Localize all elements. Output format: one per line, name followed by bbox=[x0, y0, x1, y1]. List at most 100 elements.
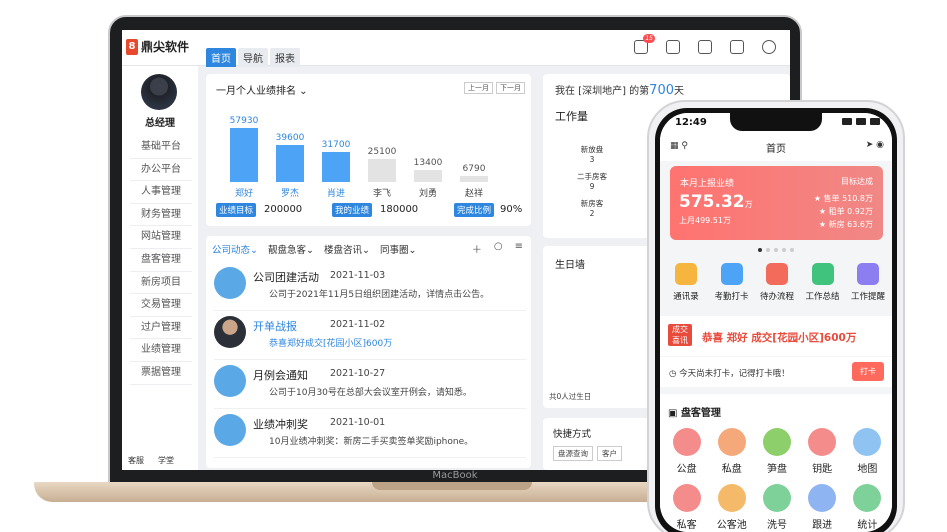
star-badge-icon bbox=[214, 365, 246, 397]
feed-date: 2021-11-02 bbox=[330, 319, 386, 330]
ranking-chart: 57930 郑好 39600 罗杰 31700 肖进 25100 李飞 13400 刘勇 6790 赵… bbox=[230, 104, 520, 214]
grid-hot-listings[interactable]: 笋盘 bbox=[754, 428, 799, 484]
status-bar: 12:49 bbox=[660, 113, 892, 133]
target-label: 目标达成 bbox=[841, 177, 873, 186]
phone-notch bbox=[730, 113, 822, 131]
feed-title: 公司团建活动 bbox=[253, 271, 319, 284]
bar-fill bbox=[322, 152, 350, 182]
shortcut-listing-search[interactable]: 盘源查询 bbox=[553, 446, 593, 461]
tab-company-news[interactable]: 公司动态⌄ bbox=[212, 242, 258, 256]
bar-fill bbox=[368, 159, 396, 182]
tab-reports[interactable]: 报表 bbox=[270, 48, 300, 67]
manager-section: ▣ 盘客管理 公盘 私盘 笋盘 钥匙 地图 私客 公客池 洗号 跟进 统计 bbox=[660, 394, 892, 532]
report-card[interactable]: 本月上报业绩 目标达成 575.32万 上月499.51万 ★ 售单 510.8… bbox=[670, 166, 883, 240]
grid-private-listings[interactable]: 私盘 bbox=[709, 428, 754, 484]
chart-icon bbox=[853, 484, 882, 512]
grid-clean-numbers[interactable]: 洗号 bbox=[754, 484, 799, 532]
tab-home[interactable]: 首页 bbox=[206, 48, 236, 67]
sidebar-item[interactable]: 新房项目 bbox=[130, 272, 192, 295]
deal-text: 恭喜 郑好 成交[花园小区]600万 bbox=[702, 332, 857, 344]
mobile-icon[interactable] bbox=[730, 40, 744, 54]
house-icon bbox=[672, 428, 701, 456]
bar-6: 6790 赵祥 bbox=[460, 128, 488, 199]
search-icon[interactable]: ○ bbox=[494, 241, 503, 256]
logo-icon: 8 bbox=[126, 38, 138, 55]
quick-todo[interactable]: 待办流程 bbox=[755, 263, 799, 302]
shortcut-customer[interactable]: 客户 bbox=[597, 446, 622, 461]
prev-month-button[interactable]: 上一月 bbox=[464, 82, 493, 94]
bar-value-label: 57930 bbox=[229, 116, 259, 126]
feed-date: 2021-10-01 bbox=[330, 417, 386, 428]
key-icon bbox=[808, 428, 837, 456]
ranking-title[interactable]: 一月个人业绩排名 ⌄ bbox=[216, 82, 308, 97]
carousel-dots bbox=[758, 248, 794, 252]
quick-reminder[interactable]: 工作提醒 bbox=[846, 263, 890, 302]
power-icon[interactable] bbox=[762, 40, 776, 54]
avatar[interactable] bbox=[141, 74, 177, 110]
list-item[interactable]: 公司团建活动 2021-11-03 公司于2021年11月5日组织团建活动，详情… bbox=[214, 262, 526, 311]
calendar-icon bbox=[720, 263, 743, 285]
next-month-button[interactable]: 下一月 bbox=[496, 82, 525, 94]
sidebar-item[interactable]: 盘客管理 bbox=[130, 249, 192, 272]
message-icon[interactable]: 15 bbox=[634, 34, 655, 54]
quick-summary[interactable]: 工作总结 bbox=[801, 263, 845, 302]
add-icon[interactable]: ＋ bbox=[472, 241, 482, 256]
grid-statistics[interactable]: 统计 bbox=[845, 484, 890, 532]
tab-navigation[interactable]: 导航 bbox=[238, 48, 268, 67]
window-icon[interactable] bbox=[666, 40, 680, 54]
feed-desc: 公司于2021年11月5日组织团建活动，详情点击公告。 bbox=[269, 290, 490, 300]
person-photo bbox=[214, 316, 246, 348]
birthday-title: 生日墙 bbox=[555, 260, 585, 271]
grid-private-customers[interactable]: 私客 bbox=[664, 484, 709, 532]
workload-item: 新放盘 3 bbox=[580, 145, 604, 164]
navigate-icon[interactable]: ➤ ◉ bbox=[866, 140, 884, 150]
school-link[interactable]: 学堂 bbox=[158, 455, 174, 466]
sidebar-item[interactable]: 业绩管理 bbox=[130, 339, 192, 362]
list-item[interactable]: 开单战报 2021-11-02 恭喜郑好成交[花园小区]600万 bbox=[214, 311, 526, 360]
phone-screen: 12:49 ▦ ⚲ 首页 ➤ ◉ 本月上报业绩 目标达成 575.32万 上月4… bbox=[660, 113, 892, 532]
message-icon bbox=[857, 263, 879, 285]
bar-value-label: 39600 bbox=[275, 133, 305, 143]
sidebar-item[interactable]: 人事管理 bbox=[130, 181, 192, 204]
list-item[interactable]: 月例会通知 2021-10-27 公司于10月30号在总部大会议室开例会，请知悉… bbox=[214, 360, 526, 409]
grid-icon[interactable] bbox=[698, 40, 712, 54]
sidebar-item[interactable]: 交易管理 bbox=[130, 294, 192, 317]
target-value: 200000 bbox=[264, 204, 303, 215]
grid-customer-pool[interactable]: 公客池 bbox=[709, 484, 754, 532]
sidebar-item[interactable]: 网站管理 bbox=[130, 226, 192, 249]
feed-title: 业绩冲刺奖 bbox=[253, 418, 308, 431]
grid-map[interactable]: 地图 bbox=[845, 428, 890, 484]
feed-title: 月例会通知 bbox=[253, 369, 308, 382]
quick-contacts[interactable]: 通讯录 bbox=[664, 263, 708, 302]
tab-colleagues[interactable]: 同事圈⌄ bbox=[380, 242, 416, 256]
tab-property-news[interactable]: 楼盘咨讯⌄ bbox=[324, 242, 370, 256]
quick-attendance[interactable]: 考勤打卡 bbox=[710, 263, 754, 302]
tab-hot-listings[interactable]: 靓盘急客⌄ bbox=[268, 242, 314, 256]
sidebar-item[interactable]: 办公平台 bbox=[130, 159, 192, 182]
report-amount: 575.32万 bbox=[679, 192, 753, 212]
deal-tag: 成交 喜讯 bbox=[668, 324, 692, 346]
bar-fill bbox=[460, 176, 488, 182]
sidebar-item[interactable]: 财务管理 bbox=[130, 204, 192, 227]
sidebar-item[interactable]: 票据管理 bbox=[130, 362, 192, 385]
sidebar-footer: 客服 学堂 bbox=[128, 455, 174, 466]
user-role: 总经理 bbox=[145, 118, 175, 129]
grid-keys[interactable]: 钥匙 bbox=[800, 428, 845, 484]
clock-in-button[interactable]: 打卡 bbox=[852, 362, 884, 381]
signal-icon bbox=[842, 118, 852, 125]
bar-value-label: 31700 bbox=[321, 140, 351, 150]
deal-news[interactable]: 成交 喜讯 恭喜 郑好 成交[花园小区]600万 bbox=[660, 316, 892, 356]
bar-1: 57930 郑好 bbox=[230, 116, 259, 199]
bar-category-label: 刘勇 bbox=[418, 189, 437, 199]
support-link[interactable]: 客服 bbox=[128, 455, 144, 466]
sidebar-item[interactable]: 过户管理 bbox=[130, 317, 192, 340]
sidebar-item[interactable]: 基础平台 bbox=[130, 136, 192, 159]
completion-value: 90% bbox=[500, 204, 523, 215]
bar-category-label: 赵祥 bbox=[464, 189, 483, 199]
menu-icon[interactable]: ≡ bbox=[515, 241, 523, 256]
grid-public-listings[interactable]: 公盘 bbox=[664, 428, 709, 484]
list-item[interactable]: 业绩冲刺奖 2021-10-01 10月业绩冲刺奖：新房二手买卖签单奖励ipho… bbox=[214, 409, 526, 458]
bar-category-label: 肖进 bbox=[326, 189, 345, 199]
grid-followup[interactable]: 跟进 bbox=[800, 484, 845, 532]
workload-item: 二手房客 9 bbox=[577, 172, 607, 191]
